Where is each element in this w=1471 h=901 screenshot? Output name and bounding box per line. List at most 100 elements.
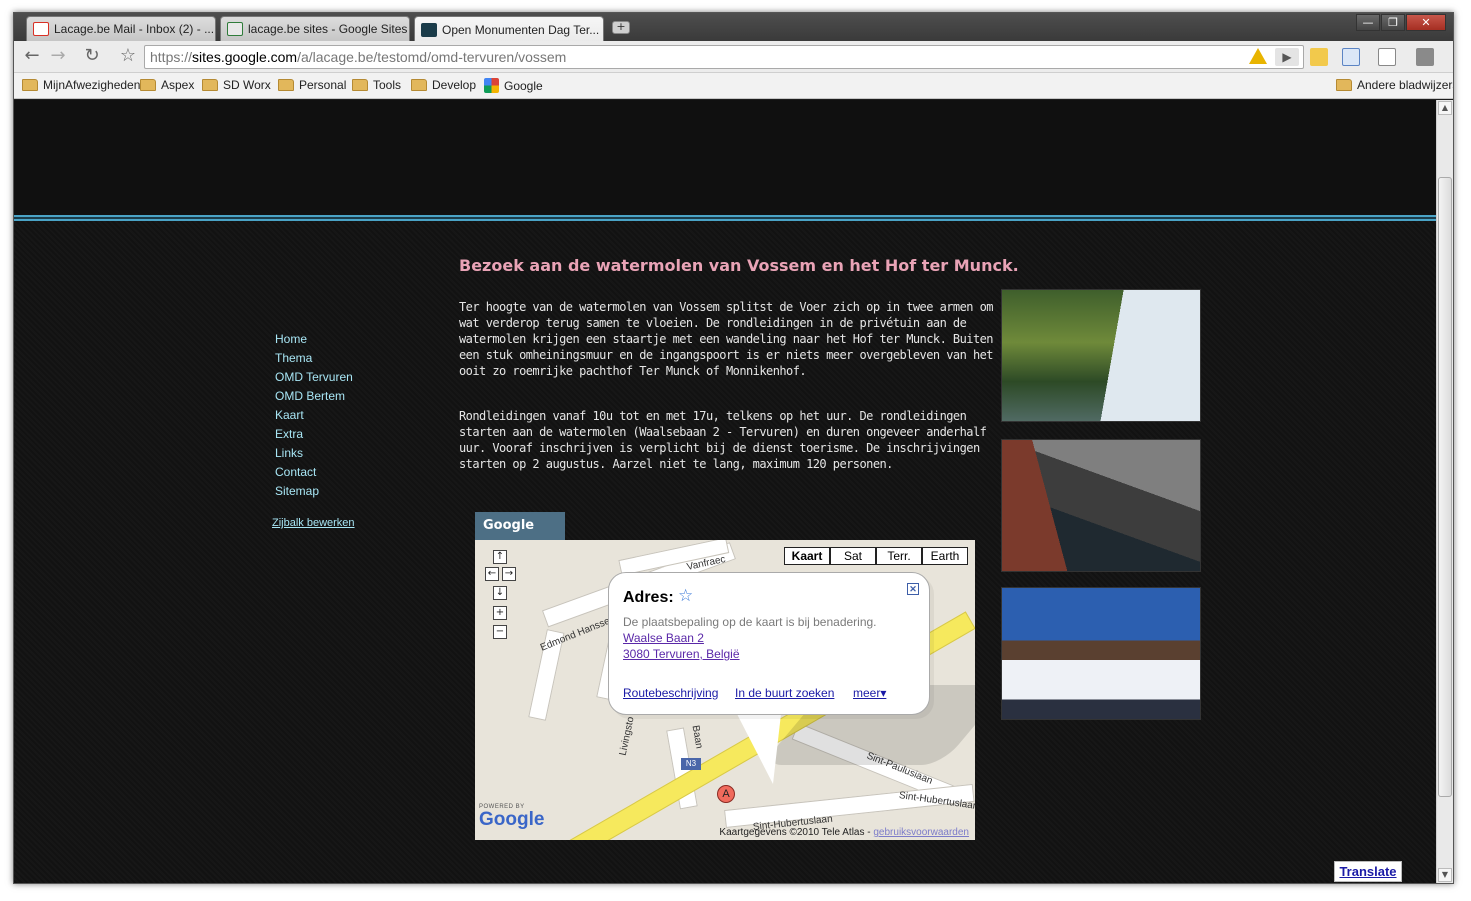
sidebar-item-thema[interactable]: Thema: [275, 349, 355, 368]
folder-icon: [278, 79, 294, 91]
map-credit-text: Kaartgegevens ©2010 Tele Atlas -: [719, 827, 871, 838]
pan-down-icon[interactable]: ↓: [493, 586, 507, 600]
waterwheel-photo[interactable]: [1001, 439, 1201, 572]
tab-title: lacage.be sites - Google Sites: [248, 22, 408, 36]
sidebar-nav: Home Thema OMD Tervuren OMD Bertem Kaart…: [272, 330, 355, 533]
bookmark-personal[interactable]: Personal: [278, 78, 346, 92]
header-divider: [14, 215, 1436, 221]
page-title: Bezoek aan de watermolen van Vossem en h…: [459, 256, 1019, 275]
map-credit: Kaartgegevens ©2010 Tele Atlas - gebruik…: [719, 827, 969, 838]
sites-icon: [227, 22, 243, 36]
address-line-1-link[interactable]: Waalse Baan 2: [623, 631, 704, 645]
ie-tab-icon[interactable]: [1342, 48, 1360, 66]
map-type-earth[interactable]: Earth: [922, 547, 968, 565]
sidebar-item-kaart[interactable]: Kaart: [275, 406, 355, 425]
bookmark-label: MijnAfwezigheden: [43, 78, 141, 92]
search-nearby-link[interactable]: In de buurt zoeken: [735, 686, 834, 700]
bookmark-star-icon[interactable]: ☆: [116, 45, 140, 69]
bookmark-mijnafwezigheden[interactable]: MijnAfwezigheden: [22, 78, 140, 92]
sidebar-item-contact[interactable]: Contact: [275, 463, 355, 482]
sidebar-item-links[interactable]: Links: [275, 444, 355, 463]
pan-up-icon[interactable]: ↑: [493, 550, 507, 564]
folder-icon: [22, 79, 38, 91]
back-icon[interactable]: ←: [20, 45, 44, 69]
address-line-2-link[interactable]: 3080 Tervuren, België: [623, 647, 740, 661]
tab-google-sites[interactable]: lacage.be sites - Google Sites ✕: [220, 16, 410, 41]
gmail-icon: [33, 22, 49, 36]
bookmarks-bar: MijnAfwezigheden Aspex SD Worx Personal …: [14, 73, 1453, 99]
close-window-button[interactable]: ✕: [1406, 14, 1446, 31]
edit-sidebar-link[interactable]: Zijbalk bewerken: [272, 514, 355, 533]
address-bar[interactable]: https://sites.google.com/a/lacage.be/tes…: [144, 45, 1304, 69]
tab-title: Lacage.be Mail - Inbox (2) - ...: [54, 22, 215, 36]
zoom-in-icon[interactable]: +: [493, 606, 507, 620]
sidebar-item-extra[interactable]: Extra: [275, 425, 355, 444]
star-icon[interactable]: ☆: [678, 586, 693, 606]
folder-icon: [202, 79, 218, 91]
map-type-kaart[interactable]: Kaart: [784, 547, 830, 565]
folder-icon: [411, 79, 427, 91]
go-icon[interactable]: ▶: [1275, 48, 1299, 66]
scroll-up-icon[interactable]: ▲: [1438, 101, 1452, 115]
sidebar-item-home[interactable]: Home: [275, 330, 355, 349]
bookmark-develop[interactable]: Develop: [411, 78, 476, 92]
tab-strip: Lacage.be Mail - Inbox (2) - ... ✕ lacag…: [14, 13, 1453, 42]
more-link[interactable]: meer▾: [853, 686, 886, 700]
close-icon[interactable]: ✕: [907, 583, 919, 595]
terms-of-use-link[interactable]: gebruiksvoorwaarden: [873, 827, 969, 838]
url-scheme: https://: [150, 49, 193, 65]
tab-title: Open Monumenten Dag Ter...: [442, 22, 600, 37]
scroll-thumb[interactable]: [1438, 177, 1452, 797]
site-icon: [421, 22, 437, 37]
sidebar-item-omd-tervuren[interactable]: OMD Tervuren: [275, 368, 355, 387]
intro-paragraph: Ter hoogte van de watermolen van Vossem …: [459, 300, 994, 378]
maximize-button[interactable]: ❐: [1381, 14, 1405, 31]
page-scrollbar[interactable]: ▲ ▼: [1436, 100, 1453, 883]
watermill-photo[interactable]: [1001, 289, 1201, 422]
new-tab-button[interactable]: +: [612, 21, 630, 34]
page-viewport: Home Thema OMD Tervuren OMD Bertem Kaart…: [14, 100, 1436, 883]
map-type-terrain[interactable]: Terr.: [876, 547, 922, 565]
translate-button[interactable]: Translate: [1334, 861, 1402, 882]
bookmark-label: Tools: [373, 78, 402, 92]
map-type-sat[interactable]: Sat: [830, 547, 876, 565]
folder-icon: [140, 79, 156, 91]
route-badge: N3: [681, 758, 701, 770]
google-map[interactable]: Edmond Hansse Vanfraec Livingsto Sint-Pa…: [475, 540, 975, 840]
bookmark-tools[interactable]: Tools: [352, 78, 401, 92]
reload-icon[interactable]: ↻: [80, 45, 104, 69]
bookmark-label: Google: [504, 78, 543, 93]
hof-ter-munck-winter-photo[interactable]: [1001, 587, 1201, 720]
sidebar-item-sitemap[interactable]: Sitemap: [275, 482, 355, 501]
page-menu-icon[interactable]: [1378, 48, 1396, 66]
other-bookmarks[interactable]: Andere bladwijzers: [1336, 78, 1454, 92]
pan-right-icon[interactable]: →: [502, 567, 516, 581]
zoom-out-icon[interactable]: −: [493, 625, 507, 639]
forward-icon[interactable]: →: [46, 45, 70, 69]
wrench-icon[interactable]: [1416, 48, 1434, 66]
map-type-selector: Kaart Sat Terr. Earth: [784, 547, 968, 565]
bookmark-sd-worx[interactable]: SD Worx: [202, 78, 271, 92]
bookmark-label: Personal: [299, 78, 347, 92]
other-bookmarks-label: Andere bladwijzers: [1357, 78, 1454, 92]
bookmark-label: Aspex: [161, 78, 195, 92]
google-icon: [484, 78, 499, 93]
folder-icon: [1336, 79, 1352, 91]
bookmark-aspex[interactable]: Aspex: [140, 78, 194, 92]
minimize-button[interactable]: —: [1356, 14, 1380, 31]
pan-left-icon[interactable]: ←: [485, 567, 499, 581]
directions-link[interactable]: Routebeschrijving: [623, 686, 718, 700]
google-logo-text: Google: [479, 809, 545, 830]
map-gadget-title: Google Map: [475, 512, 565, 561]
notes-icon[interactable]: [1310, 48, 1328, 66]
tab-open-monumenten[interactable]: Open Monumenten Dag Ter... ✕: [414, 16, 604, 42]
map-marker-a[interactable]: A: [717, 785, 735, 803]
scroll-down-icon[interactable]: ▼: [1438, 868, 1452, 882]
warning-icon[interactable]: [1249, 48, 1267, 64]
tab-gmail[interactable]: Lacage.be Mail - Inbox (2) - ... ✕: [26, 16, 216, 41]
url-path: /a/lacage.be/testomd/omd-tervuren/vossem: [297, 49, 567, 65]
browser-toolbar: ← → ↻ ☆ https://sites.google.com/a/lacag…: [14, 41, 1453, 73]
sidebar-item-omd-bertem[interactable]: OMD Bertem: [275, 387, 355, 406]
google-map-logo[interactable]: POWERED BY Google: [479, 804, 544, 830]
bookmark-google[interactable]: Google: [484, 78, 543, 93]
